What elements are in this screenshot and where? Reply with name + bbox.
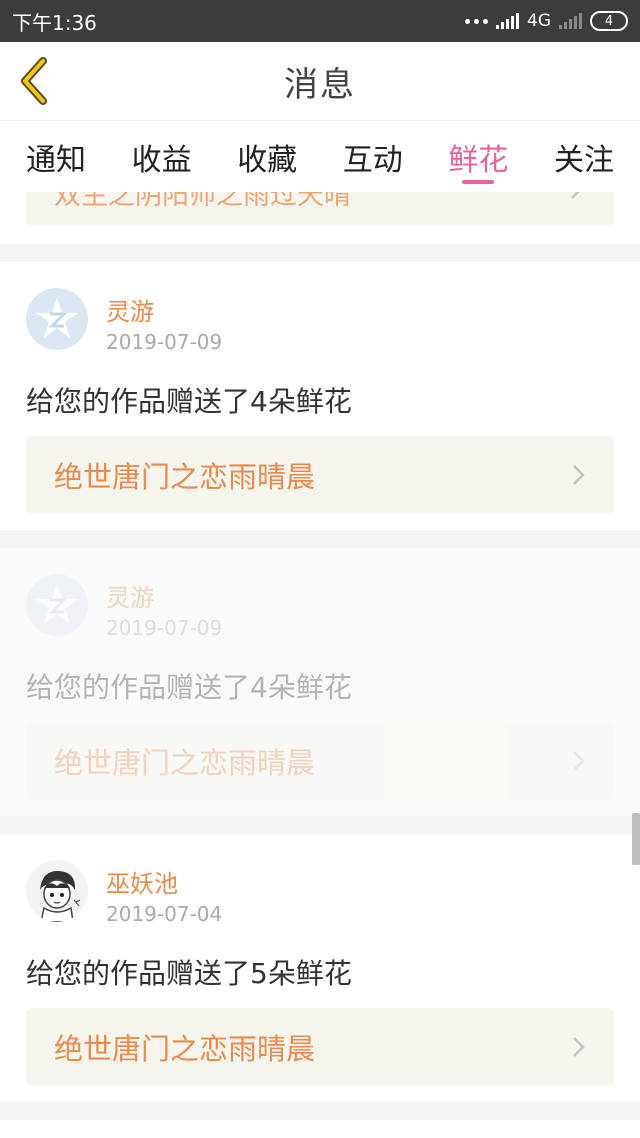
username[interactable]: 灵游	[106, 292, 154, 327]
header: 消息	[0, 42, 640, 120]
message-date: 2019-07-04	[106, 902, 223, 926]
username[interactable]: 灵游	[106, 578, 154, 613]
message-text: 给您的作品赠送了4朵鲜花	[26, 385, 352, 418]
work-title: 绝世唐门之恋雨晴晨	[54, 460, 316, 494]
work-title: 双生之阴阳师之雨过天晴	[54, 192, 351, 211]
default-avatar-icon	[26, 574, 88, 636]
tab-bar: 通知 收益 收藏 互动 鲜花 关注	[0, 120, 640, 192]
chevron-right-icon	[571, 192, 580, 199]
tab-interactions[interactable]: 互动	[343, 121, 403, 192]
status-time: 下午1:36	[12, 10, 97, 35]
more-dots-icon	[465, 18, 488, 24]
work-link[interactable]: 绝世唐门之恋雨晴晨	[26, 436, 614, 514]
list-item: 巫妖池 2019-07-04 给您的作品赠送了5朵鲜花 绝世唐门之恋雨晴晨	[0, 834, 640, 1102]
tab-earnings[interactable]: 收益	[132, 121, 192, 192]
chevron-right-icon	[573, 751, 585, 771]
message-list: 双生之阴阳师之雨过天晴 灵游 2019-07-09 给您的作品赠送了4朵鲜花 绝…	[0, 192, 640, 1138]
message-text: 给您的作品赠送了5朵鲜花	[26, 957, 352, 990]
tab-favorites[interactable]: 收藏	[237, 121, 297, 192]
tab-notifications[interactable]: 通知	[26, 121, 86, 192]
work-link[interactable]: 双生之阴阳师之雨过天晴	[26, 192, 614, 226]
chevron-right-icon	[573, 1037, 585, 1057]
back-button[interactable]	[12, 56, 56, 106]
work-link[interactable]: 绝世唐门之恋雨晴晨	[26, 722, 614, 800]
avatar[interactable]	[26, 860, 88, 922]
back-arrow-icon	[21, 57, 47, 105]
default-avatar-icon	[26, 288, 88, 350]
status-bar: 下午1:36 4G 4	[0, 0, 640, 42]
battery-icon: 4	[590, 11, 628, 31]
status-indicators: 4G 4	[465, 11, 628, 31]
username[interactable]: 巫妖池	[106, 864, 178, 899]
tab-flowers[interactable]: 鲜花	[448, 121, 508, 192]
list-item: 灵游 2019-07-09 给您的作品赠送了4朵鲜花 绝世唐门之恋雨晴晨	[0, 548, 640, 816]
work-title: 绝世唐门之恋雨晴晨	[54, 1032, 316, 1066]
list-item	[0, 1120, 640, 1138]
message-date: 2019-07-09	[106, 616, 223, 640]
page-title: 消息	[284, 64, 356, 105]
message-date: 2019-07-09	[106, 330, 223, 354]
signal-secondary-icon	[559, 13, 582, 29]
battery-level: 4	[604, 13, 614, 29]
scrollbar[interactable]	[632, 813, 640, 865]
avatar[interactable]	[26, 288, 88, 350]
sketch-avatar-icon	[26, 860, 88, 922]
list-item: 灵游 2019-07-09 给您的作品赠送了4朵鲜花 绝世唐门之恋雨晴晨	[0, 262, 640, 530]
tab-following[interactable]: 关注	[554, 121, 614, 192]
avatar[interactable]	[26, 574, 88, 636]
signal-icon	[496, 13, 519, 29]
network-type: 4G	[527, 11, 551, 31]
work-title: 绝世唐门之恋雨晴晨	[54, 746, 316, 780]
message-text: 给您的作品赠送了4朵鲜花	[26, 671, 352, 704]
list-item: 双生之阴阳师之雨过天晴	[0, 192, 640, 244]
chevron-right-icon	[573, 465, 585, 485]
work-link[interactable]: 绝世唐门之恋雨晴晨	[26, 1008, 614, 1086]
